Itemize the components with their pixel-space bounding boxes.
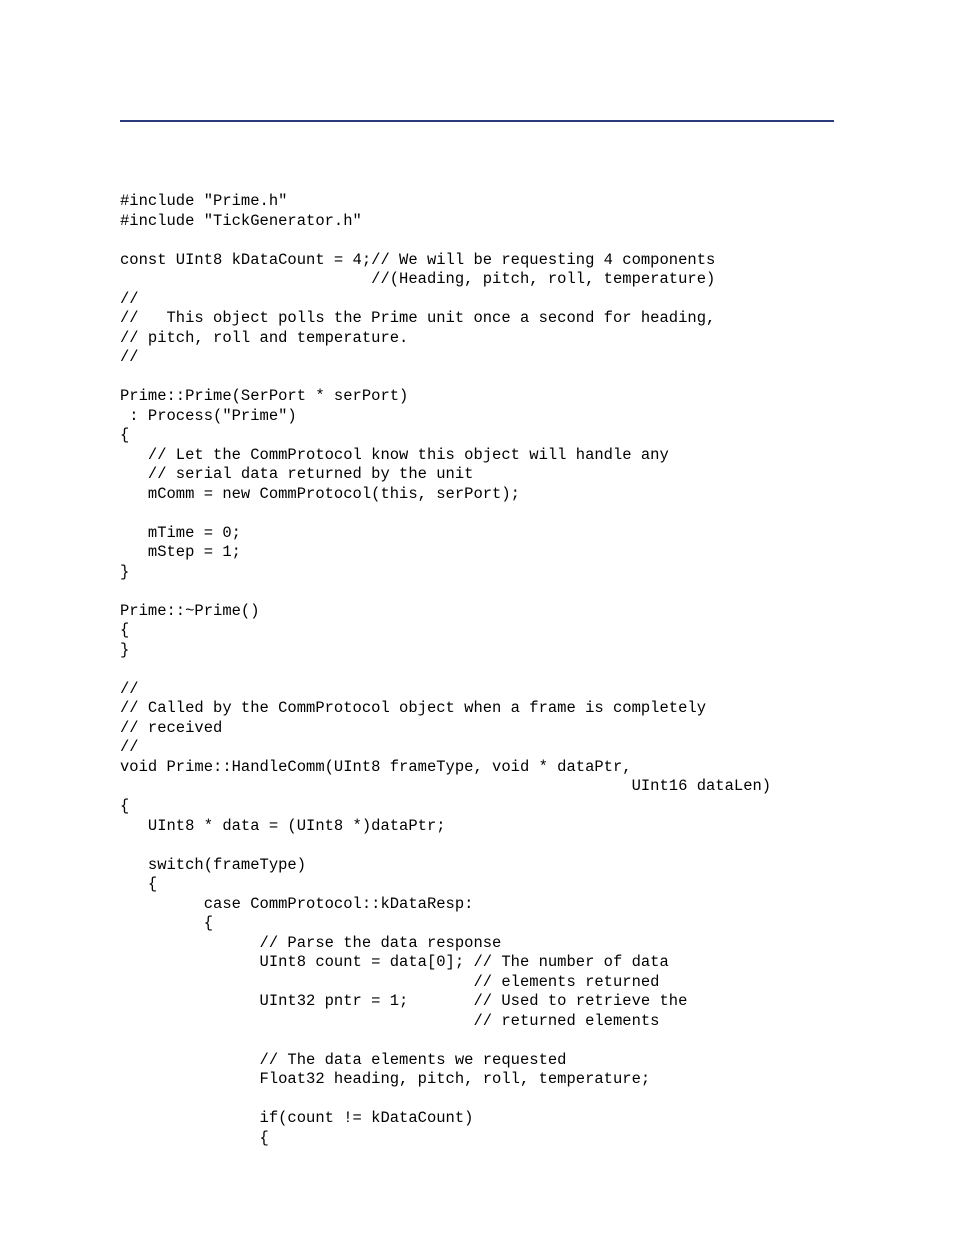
code-block: #include "Prime.h" #include "TickGenerat… [120,192,834,1148]
header-rule [120,120,834,122]
